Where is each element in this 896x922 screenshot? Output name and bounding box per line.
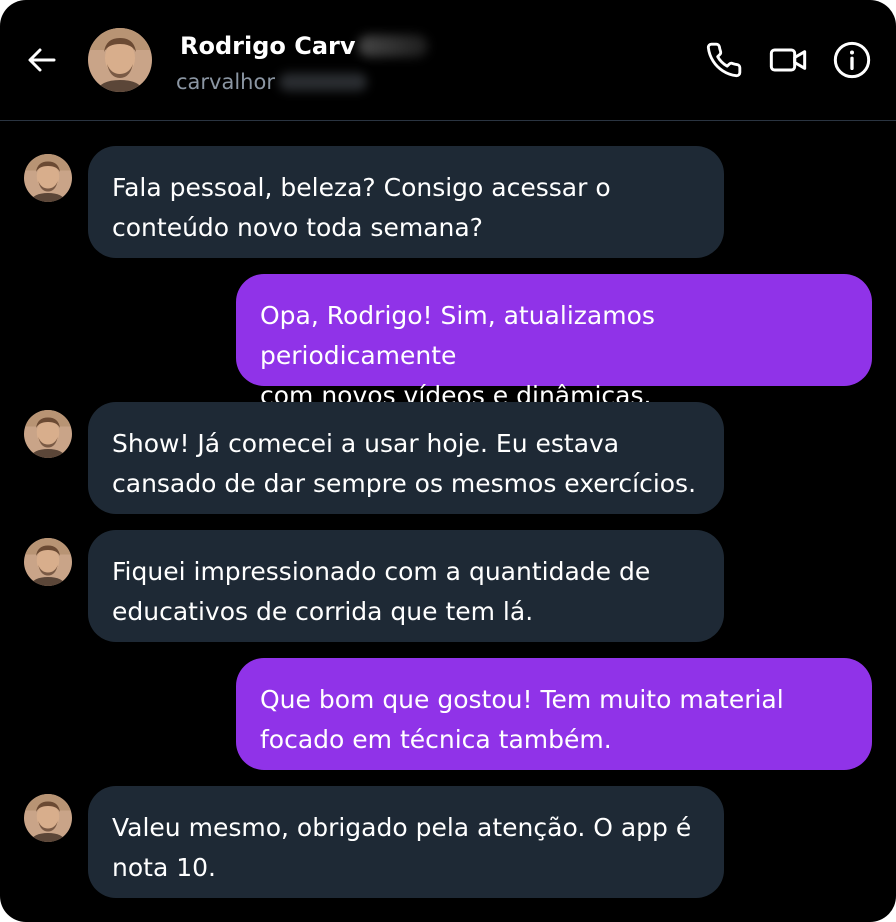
back-button[interactable] [22, 40, 62, 80]
message-bubble-incoming[interactable]: Valeu mesmo, obrigado pela atenção. O ap… [88, 786, 724, 898]
voice-call-button[interactable] [702, 38, 746, 82]
redacted-blur [278, 73, 367, 91]
message-bubble-incoming[interactable]: Show! Já comecei a usar hoje. Eu estava … [88, 402, 724, 514]
redacted-blur [357, 35, 428, 57]
sender-avatar[interactable] [24, 154, 72, 202]
sender-avatar[interactable] [24, 538, 72, 586]
conversation-info-button[interactable] [830, 38, 874, 82]
contact-handle-text: carvalhor [176, 70, 275, 94]
sender-avatar[interactable] [24, 410, 72, 458]
arrow-left-icon [28, 48, 56, 72]
video-call-button[interactable] [766, 38, 810, 82]
message-bubble-incoming[interactable]: Fiquei impressionado com a quantidade de… [88, 530, 724, 642]
contact-handle: carvalhor [176, 70, 367, 94]
contact-avatar[interactable] [88, 28, 152, 92]
message-bubble-incoming[interactable]: Fala pessoal, beleza? Consigo acessar o … [88, 146, 724, 258]
contact-name: Rodrigo Carv [180, 32, 428, 60]
contact-name-text: Rodrigo Carv [180, 32, 356, 60]
message-bubble-outgoing[interactable]: Que bom que gostou! Tem muito material f… [236, 658, 872, 770]
chat-window: Rodrigo Carv carvalhor Fala pessoal, bel… [0, 0, 896, 922]
info-circle-icon [833, 41, 871, 79]
chat-header: Rodrigo Carv carvalhor [0, 0, 896, 121]
video-camera-icon [769, 48, 807, 72]
message-bubble-outgoing[interactable]: Opa, Rodrigo! Sim, atualizamos periodica… [236, 274, 872, 410]
phone-icon [706, 42, 742, 78]
sender-avatar[interactable] [24, 794, 72, 842]
